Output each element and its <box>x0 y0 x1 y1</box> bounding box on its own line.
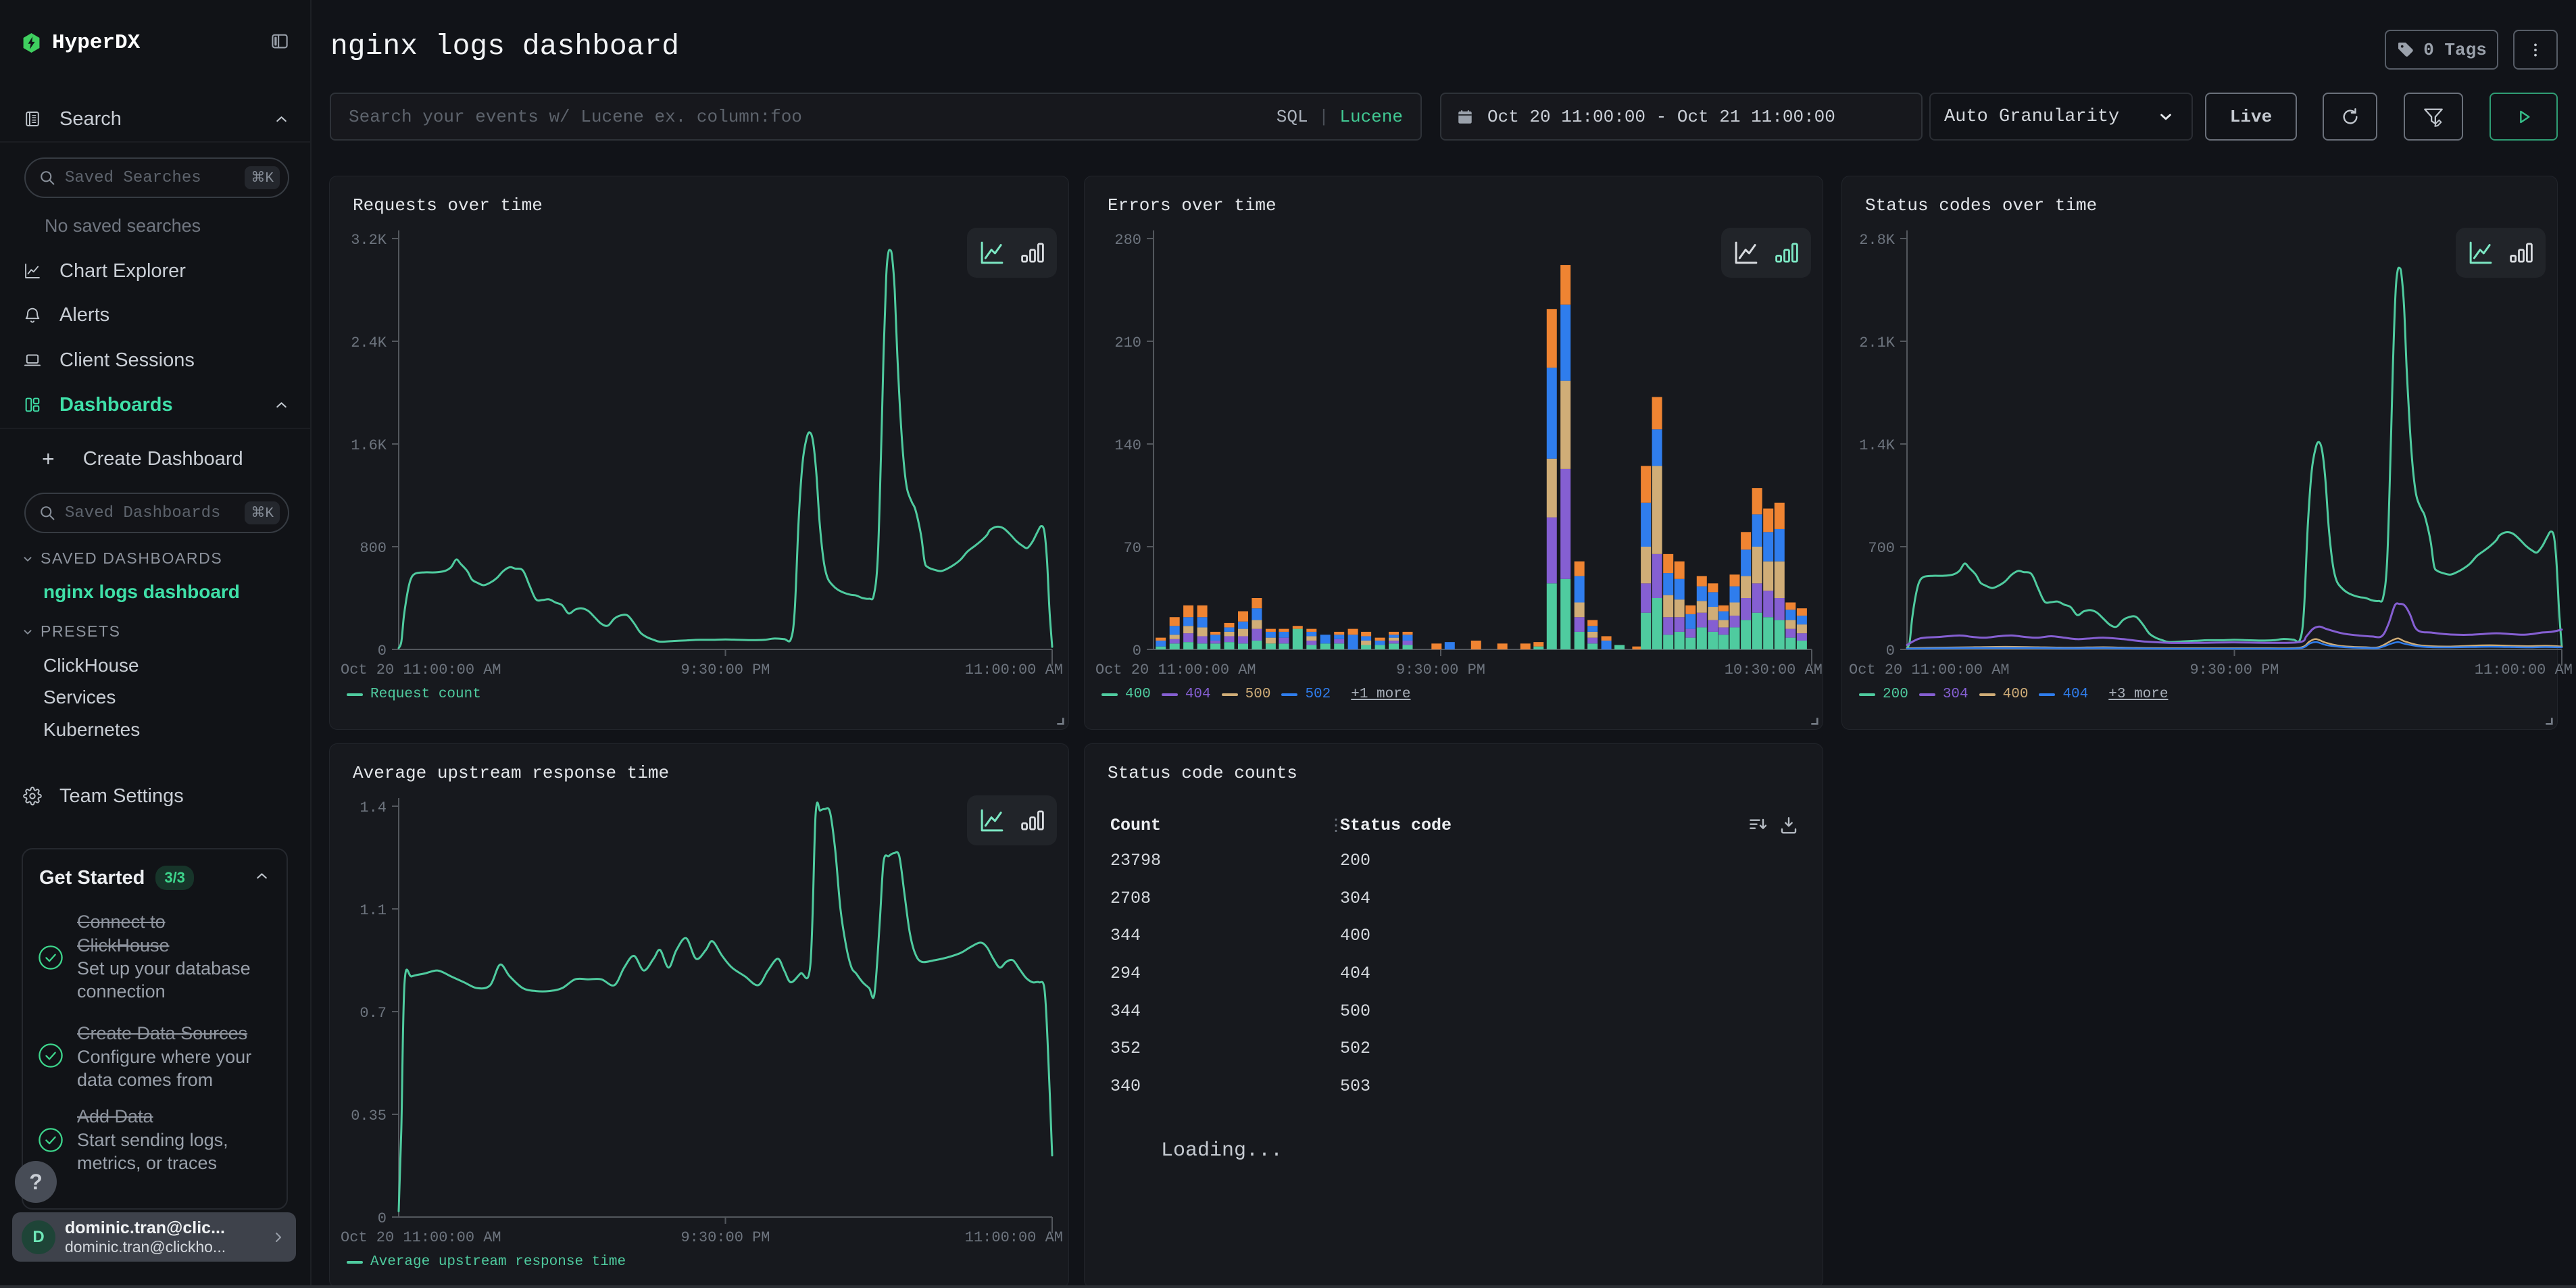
svg-text:2.4K: 2.4K <box>351 335 387 351</box>
svg-text:800: 800 <box>360 540 387 557</box>
svg-text:10:30:00 AM: 10:30:00 AM <box>1725 662 1823 678</box>
svg-text:1.6K: 1.6K <box>351 437 387 454</box>
svg-text:9:30:00 PM: 9:30:00 PM <box>1396 662 1485 678</box>
svg-text:0.7: 0.7 <box>360 1005 387 1022</box>
svg-text:Oct 20 11:00:00 AM: Oct 20 11:00:00 AM <box>341 1229 501 1246</box>
svg-text:3.2K: 3.2K <box>351 232 387 249</box>
svg-text:700: 700 <box>1868 540 1895 557</box>
svg-text:210: 210 <box>1114 335 1141 351</box>
svg-text:1.4K: 1.4K <box>1859 437 1896 454</box>
svg-text:0: 0 <box>1886 643 1895 660</box>
svg-text:1.1: 1.1 <box>360 902 387 919</box>
svg-text:Oct 20 11:00:00 AM: Oct 20 11:00:00 AM <box>1095 662 1256 678</box>
svg-text:280: 280 <box>1114 232 1141 249</box>
svg-text:140: 140 <box>1114 437 1141 454</box>
svg-text:9:30:00 PM: 9:30:00 PM <box>680 662 770 678</box>
svg-text:Oct 20 11:00:00 AM: Oct 20 11:00:00 AM <box>1849 662 2010 678</box>
svg-text:0: 0 <box>1133 643 1141 660</box>
svg-text:1.4: 1.4 <box>360 799 387 816</box>
svg-text:0: 0 <box>378 643 387 660</box>
svg-text:11:00:00 AM: 11:00:00 AM <box>965 662 1063 678</box>
svg-text:70: 70 <box>1124 540 1141 557</box>
svg-text:11:00:00 AM: 11:00:00 AM <box>2475 662 2573 678</box>
svg-text:2.1K: 2.1K <box>1859 335 1896 351</box>
svg-text:0.35: 0.35 <box>351 1108 387 1124</box>
svg-text:9:30:00 PM: 9:30:00 PM <box>680 1229 770 1246</box>
svg-text:0: 0 <box>378 1210 387 1227</box>
svg-text:9:30:00 PM: 9:30:00 PM <box>2189 662 2279 678</box>
svg-text:11:00:00 AM: 11:00:00 AM <box>965 1229 1063 1246</box>
svg-text:Oct 20 11:00:00 AM: Oct 20 11:00:00 AM <box>341 662 501 678</box>
svg-text:2.8K: 2.8K <box>1859 232 1896 249</box>
